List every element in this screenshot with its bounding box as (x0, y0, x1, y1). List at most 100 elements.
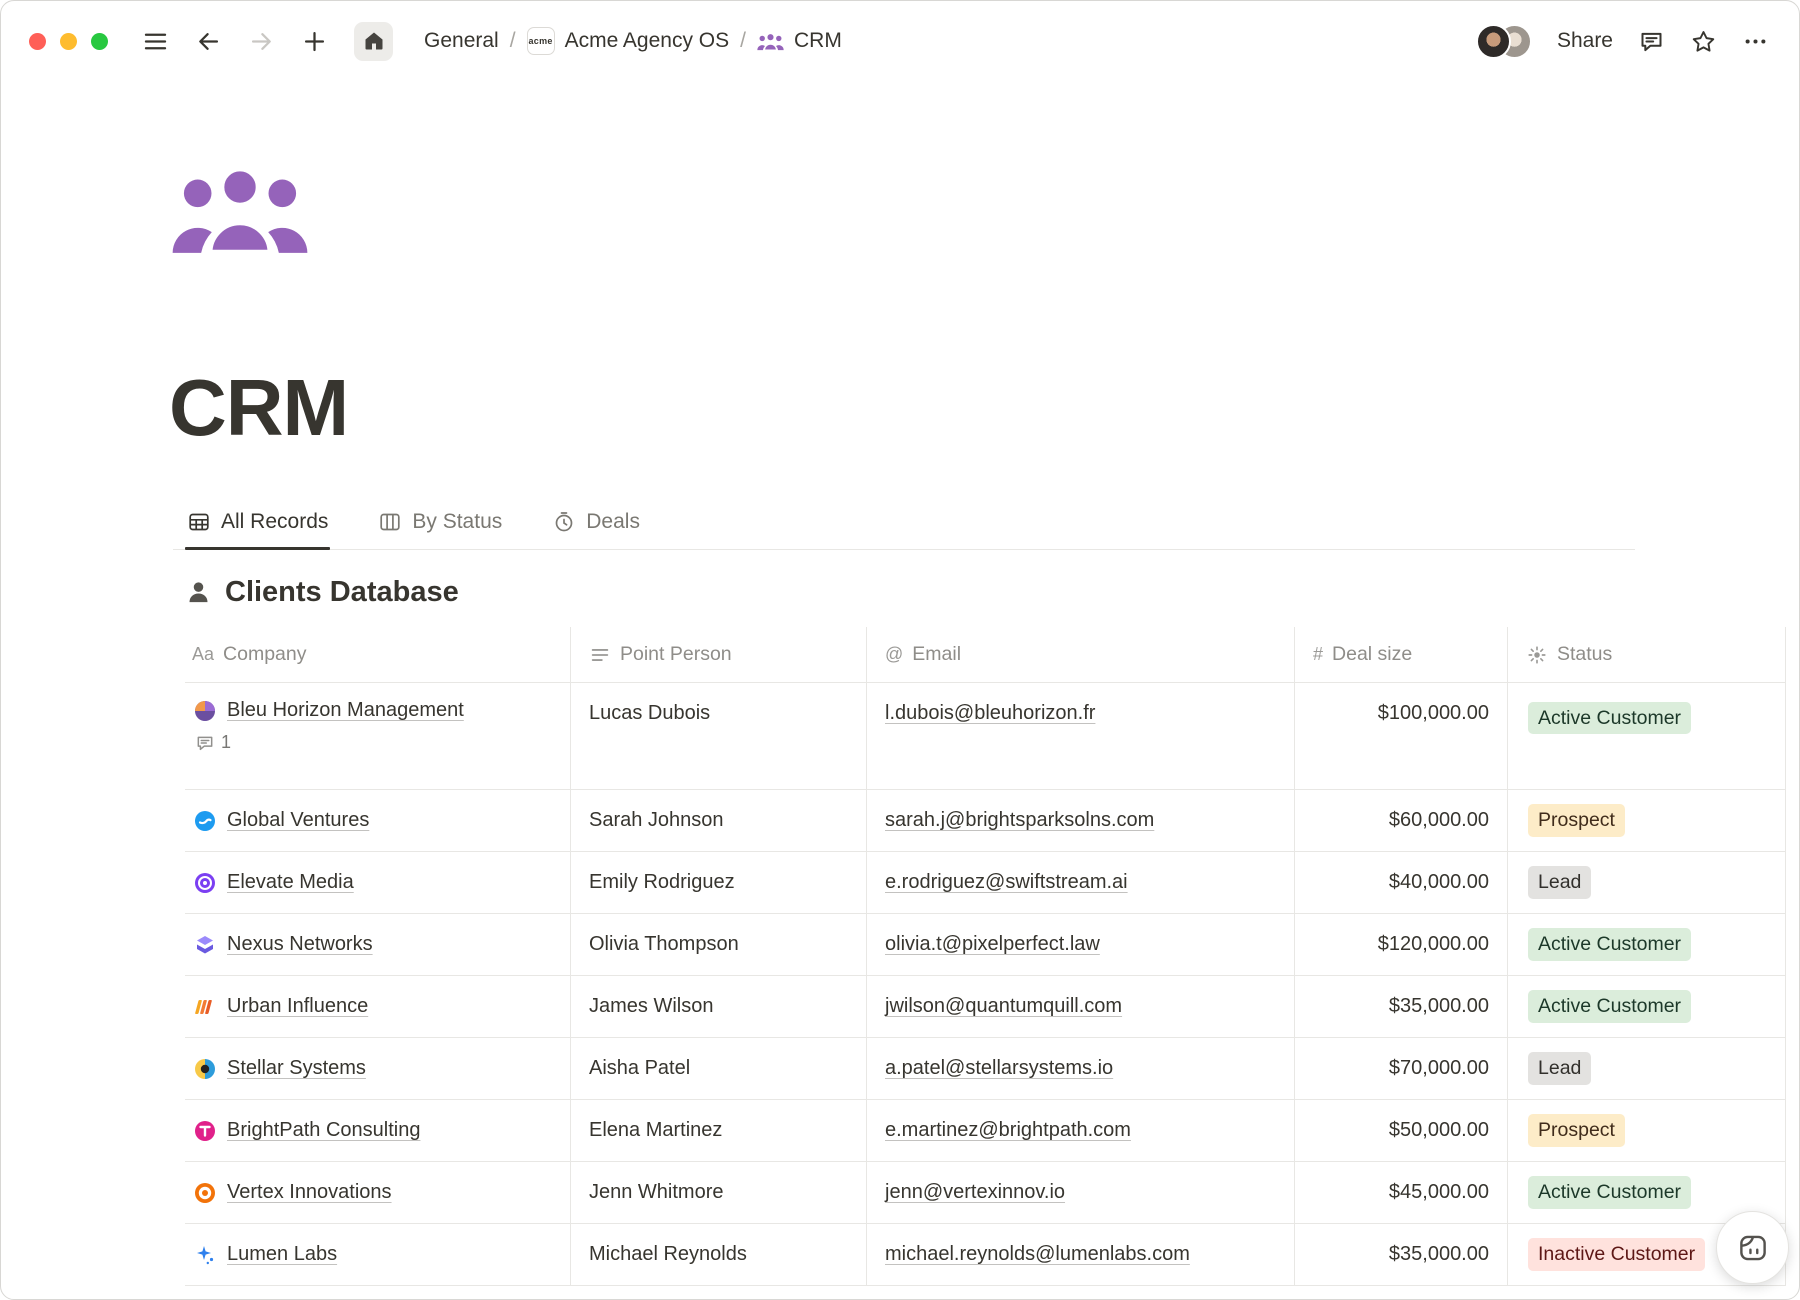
column-header[interactable]: @ Email (867, 627, 1295, 682)
breadcrumb-page[interactable]: CRM (757, 29, 842, 53)
email-link[interactable]: a.patel@stellarsystems.io (885, 1057, 1113, 1080)
company-link[interactable]: Elevate Media (227, 871, 354, 894)
status-badge[interactable]: Active Customer (1528, 990, 1691, 1022)
fullscreen-window-button[interactable] (91, 33, 108, 50)
breadcrumb-general[interactable]: General (424, 29, 499, 53)
deal-size-cell[interactable]: $100,000.00 (1295, 683, 1508, 789)
email-link[interactable]: l.dubois@bleuhorizon.fr (885, 702, 1095, 725)
favorite-button[interactable] (1690, 28, 1717, 55)
point-person-cell[interactable]: Sarah Johnson (571, 790, 867, 851)
company-cell[interactable]: Nexus Networks (185, 914, 571, 975)
email-link[interactable]: e.martinez@brightpath.com (885, 1119, 1131, 1142)
home-button[interactable] (354, 22, 393, 61)
deal-size-cell[interactable]: $35,000.00 (1295, 1224, 1508, 1285)
point-person-cell[interactable]: Lucas Dubois (571, 683, 867, 789)
email-cell[interactable]: olivia.t@pixelperfect.law (867, 914, 1295, 975)
breadcrumb-workspace[interactable]: acme Acme Agency OS (527, 27, 730, 55)
point-person-cell[interactable]: Elena Martinez (571, 1100, 867, 1161)
deal-size-cell[interactable]: $35,000.00 (1295, 976, 1508, 1037)
comment-indicator[interactable]: 1 (195, 732, 231, 753)
company-cell[interactable]: BrightPath Consulting (185, 1100, 571, 1161)
column-header[interactable]: Point Person (571, 627, 867, 682)
email-link[interactable]: olivia.t@pixelperfect.law (885, 933, 1100, 956)
status-badge[interactable]: Active Customer (1528, 702, 1691, 734)
email-link[interactable]: sarah.j@brightsparksolns.com (885, 809, 1154, 832)
status-cell[interactable]: Prospect (1508, 1100, 1786, 1161)
company-cell[interactable]: Elevate Media (185, 852, 571, 913)
close-window-button[interactable] (29, 33, 46, 50)
company-cell[interactable]: Stellar Systems (185, 1038, 571, 1099)
page-title[interactable]: CRM (169, 368, 1799, 448)
company-link[interactable]: Nexus Networks (227, 933, 373, 956)
company-cell[interactable]: Urban Influence (185, 976, 571, 1037)
email-cell[interactable]: e.martinez@brightpath.com (867, 1100, 1295, 1161)
status-cell[interactable]: Active Customer (1508, 914, 1786, 975)
deal-size-cell[interactable]: $45,000.00 (1295, 1162, 1508, 1223)
email-cell[interactable]: sarah.j@brightsparksolns.com (867, 790, 1295, 851)
back-button[interactable] (195, 28, 222, 55)
sidebar-toggle-button[interactable] (142, 28, 169, 55)
status-cell[interactable]: Prospect (1508, 790, 1786, 851)
tab-all-records[interactable]: All Records (185, 502, 330, 549)
status-badge[interactable]: Lead (1528, 1052, 1591, 1084)
email-link[interactable]: michael.reynolds@lumenlabs.com (885, 1243, 1190, 1266)
company-cell[interactable]: Vertex Innovations (185, 1162, 571, 1223)
column-header[interactable]: # Deal size (1295, 627, 1508, 682)
company-link[interactable]: Bleu Horizon Management (227, 699, 464, 722)
email-cell[interactable]: a.patel@stellarsystems.io (867, 1038, 1295, 1099)
column-header[interactable]: Status (1508, 627, 1786, 682)
tab-by-status[interactable]: By Status (376, 502, 504, 549)
deal-size-cell[interactable]: $120,000.00 (1295, 914, 1508, 975)
column-header[interactable]: Aa Company (185, 627, 571, 682)
company-cell[interactable]: Global Ventures (185, 790, 571, 851)
more-options-button[interactable] (1742, 28, 1769, 55)
status-cell[interactable]: Active Customer (1508, 683, 1786, 789)
email-link[interactable]: e.rodriguez@swiftstream.ai (885, 871, 1128, 894)
notion-ai-button[interactable] (1716, 1211, 1789, 1284)
status-cell[interactable]: Lead (1508, 852, 1786, 913)
collaborator-avatars[interactable] (1476, 24, 1532, 59)
email-cell[interactable]: michael.reynolds@lumenlabs.com (867, 1224, 1295, 1285)
comments-button[interactable] (1638, 28, 1665, 55)
point-person-cell[interactable]: Emily Rodriguez (571, 852, 867, 913)
point-person-cell[interactable]: Jenn Whitmore (571, 1162, 867, 1223)
point-person-cell[interactable]: Aisha Patel (571, 1038, 867, 1099)
company-link[interactable]: Lumen Labs (227, 1243, 337, 1266)
new-tab-button[interactable] (301, 28, 328, 55)
status-badge[interactable]: Active Customer (1528, 928, 1691, 960)
deal-size-cell[interactable]: $70,000.00 (1295, 1038, 1508, 1099)
deal-size-cell[interactable]: $60,000.00 (1295, 790, 1508, 851)
email-link[interactable]: jwilson@quantumquill.com (885, 995, 1122, 1018)
status-badge[interactable]: Lead (1528, 866, 1591, 898)
email-cell[interactable]: jwilson@quantumquill.com (867, 976, 1295, 1037)
email-link[interactable]: jenn@vertexinnov.io (885, 1181, 1065, 1204)
point-person-cell[interactable]: Michael Reynolds (571, 1224, 867, 1285)
company-link[interactable]: Stellar Systems (227, 1057, 366, 1080)
status-badge[interactable]: Inactive Customer (1528, 1238, 1705, 1270)
status-badge[interactable]: Active Customer (1528, 1176, 1691, 1208)
status-cell[interactable]: Lead (1508, 1038, 1786, 1099)
point-person-cell[interactable]: James Wilson (571, 976, 867, 1037)
status-cell[interactable]: Active Customer (1508, 976, 1786, 1037)
email-cell[interactable]: l.dubois@bleuhorizon.fr (867, 683, 1295, 789)
company-link[interactable]: Global Ventures (227, 809, 369, 832)
tab-deals[interactable]: Deals (550, 502, 642, 549)
share-button[interactable]: Share (1557, 29, 1613, 53)
email-cell[interactable]: e.rodriguez@swiftstream.ai (867, 852, 1295, 913)
minimize-window-button[interactable] (60, 33, 77, 50)
company-cell[interactable]: Bleu Horizon Management 1 (185, 683, 571, 789)
company-cell[interactable]: Lumen Labs (185, 1224, 571, 1285)
status-badge[interactable]: Prospect (1528, 804, 1625, 836)
company-link[interactable]: Vertex Innovations (227, 1181, 392, 1204)
page-icon[interactable] (171, 162, 311, 256)
deal-size-cell[interactable]: $40,000.00 (1295, 852, 1508, 913)
deal-size-cell[interactable]: $50,000.00 (1295, 1100, 1508, 1161)
email-cell[interactable]: jenn@vertexinnov.io (867, 1162, 1295, 1223)
company-link[interactable]: Urban Influence (227, 995, 368, 1018)
database-title[interactable]: Clients Database (225, 576, 459, 609)
status-badge[interactable]: Prospect (1528, 1114, 1625, 1146)
company-link[interactable]: BrightPath Consulting (227, 1119, 420, 1142)
point-person-cell[interactable]: Olivia Thompson (571, 914, 867, 975)
topbar-actions: Share (1476, 24, 1769, 59)
forward-button[interactable] (248, 28, 275, 55)
